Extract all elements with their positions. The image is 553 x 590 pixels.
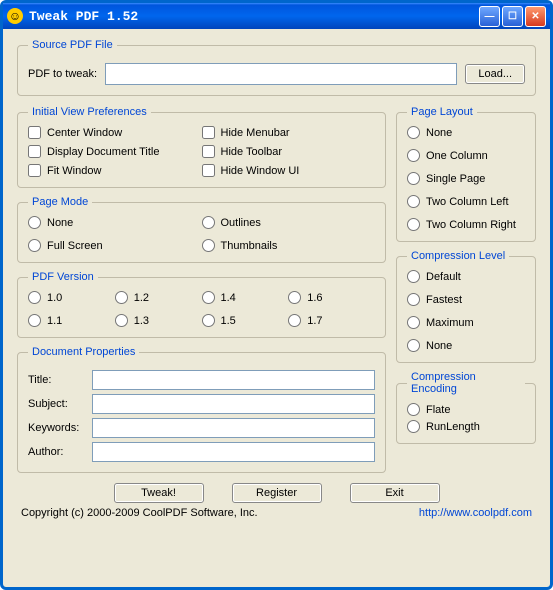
- app-window: Tweak PDF 1.52 — ☐ ✕ Source PDF File PDF…: [0, 0, 553, 590]
- title-label: Title:: [28, 374, 86, 386]
- radio-pm-fullscreen[interactable]: Full Screen: [28, 239, 202, 252]
- chk-display-doc-title[interactable]: Display Document Title: [28, 145, 202, 158]
- doc-properties-legend: Document Properties: [28, 346, 139, 358]
- website-link[interactable]: http://www.coolpdf.com: [419, 507, 532, 519]
- app-icon: [7, 8, 23, 24]
- action-buttons: Tweak! Register Exit: [17, 483, 536, 503]
- source-pdf-group: Source PDF File PDF to tweak: Load...: [17, 39, 536, 96]
- radio-pv-11[interactable]: 1.1: [28, 314, 115, 327]
- maximize-button[interactable]: ☐: [502, 6, 523, 27]
- load-button[interactable]: Load...: [465, 64, 525, 84]
- page-mode-legend: Page Mode: [28, 196, 92, 208]
- footer: Copyright (c) 2000-2009 CoolPDF Software…: [17, 503, 536, 519]
- subject-label: Subject:: [28, 398, 86, 410]
- initial-view-legend: Initial View Preferences: [28, 106, 151, 118]
- source-pdf-legend: Source PDF File: [28, 39, 117, 51]
- pdf-path-input[interactable]: [105, 63, 457, 85]
- keywords-label: Keywords:: [28, 422, 86, 434]
- register-button[interactable]: Register: [232, 483, 322, 503]
- pdf-version-group: PDF Version 1.0 1.1 1.2 1.3 1.4 1.5 1.6 …: [17, 271, 386, 338]
- tweak-button[interactable]: Tweak!: [114, 483, 204, 503]
- radio-cl-maximum[interactable]: Maximum: [407, 316, 525, 329]
- radio-pv-16[interactable]: 1.6: [288, 291, 375, 304]
- chk-center-window[interactable]: Center Window: [28, 126, 202, 139]
- initial-view-group: Initial View Preferences Center Window D…: [17, 106, 386, 188]
- minimize-button[interactable]: —: [479, 6, 500, 27]
- radio-pl-tworight[interactable]: Two Column Right: [407, 218, 525, 231]
- window-title: Tweak PDF 1.52: [29, 9, 479, 24]
- compression-encoding-legend: Compression Encoding: [407, 371, 525, 395]
- page-layout-group: Page Layout None One Column Single Page …: [396, 106, 536, 242]
- chk-hide-window-ui[interactable]: Hide Window UI: [202, 164, 376, 177]
- author-label: Author:: [28, 446, 86, 458]
- window-controls: — ☐ ✕: [479, 6, 546, 27]
- radio-pm-thumbnails[interactable]: Thumbnails: [202, 239, 376, 252]
- radio-cl-fastest[interactable]: Fastest: [407, 293, 525, 306]
- radio-pv-13[interactable]: 1.3: [115, 314, 202, 327]
- compression-level-group: Compression Level Default Fastest Maximu…: [396, 250, 536, 363]
- doc-properties-group: Document Properties Title: Subject: Keyw…: [17, 346, 386, 473]
- radio-pv-15[interactable]: 1.5: [202, 314, 289, 327]
- radio-pv-12[interactable]: 1.2: [115, 291, 202, 304]
- radio-pl-twoleft[interactable]: Two Column Left: [407, 195, 525, 208]
- radio-cl-default[interactable]: Default: [407, 270, 525, 283]
- radio-cl-none[interactable]: None: [407, 339, 525, 352]
- page-mode-group: Page Mode None Full Screen Outlines Thum…: [17, 196, 386, 263]
- compression-level-legend: Compression Level: [407, 250, 509, 262]
- subject-input[interactable]: [92, 394, 375, 414]
- copyright-text: Copyright (c) 2000-2009 CoolPDF Software…: [21, 507, 258, 519]
- pdf-version-legend: PDF Version: [28, 271, 98, 283]
- titlebar: Tweak PDF 1.52 — ☐ ✕: [3, 3, 550, 29]
- compression-encoding-group: Compression Encoding Flate RunLength: [396, 371, 536, 444]
- radio-pl-none[interactable]: None: [407, 126, 525, 139]
- page-layout-legend: Page Layout: [407, 106, 477, 118]
- title-input[interactable]: [92, 370, 375, 390]
- radio-pv-17[interactable]: 1.7: [288, 314, 375, 327]
- close-button[interactable]: ✕: [525, 6, 546, 27]
- radio-pl-onecol[interactable]: One Column: [407, 149, 525, 162]
- radio-pv-10[interactable]: 1.0: [28, 291, 115, 304]
- radio-ce-runlength[interactable]: RunLength: [407, 420, 525, 433]
- radio-pm-none[interactable]: None: [28, 216, 202, 229]
- chk-hide-toolbar[interactable]: Hide Toolbar: [202, 145, 376, 158]
- keywords-input[interactable]: [92, 418, 375, 438]
- pdf-to-tweak-label: PDF to tweak:: [28, 68, 97, 80]
- chk-fit-window[interactable]: Fit Window: [28, 164, 202, 177]
- radio-ce-flate[interactable]: Flate: [407, 403, 525, 416]
- radio-pm-outlines[interactable]: Outlines: [202, 216, 376, 229]
- radio-pv-14[interactable]: 1.4: [202, 291, 289, 304]
- author-input[interactable]: [92, 442, 375, 462]
- chk-hide-menubar[interactable]: Hide Menubar: [202, 126, 376, 139]
- exit-button[interactable]: Exit: [350, 483, 440, 503]
- radio-pl-single[interactable]: Single Page: [407, 172, 525, 185]
- client-area: Source PDF File PDF to tweak: Load... In…: [3, 29, 550, 587]
